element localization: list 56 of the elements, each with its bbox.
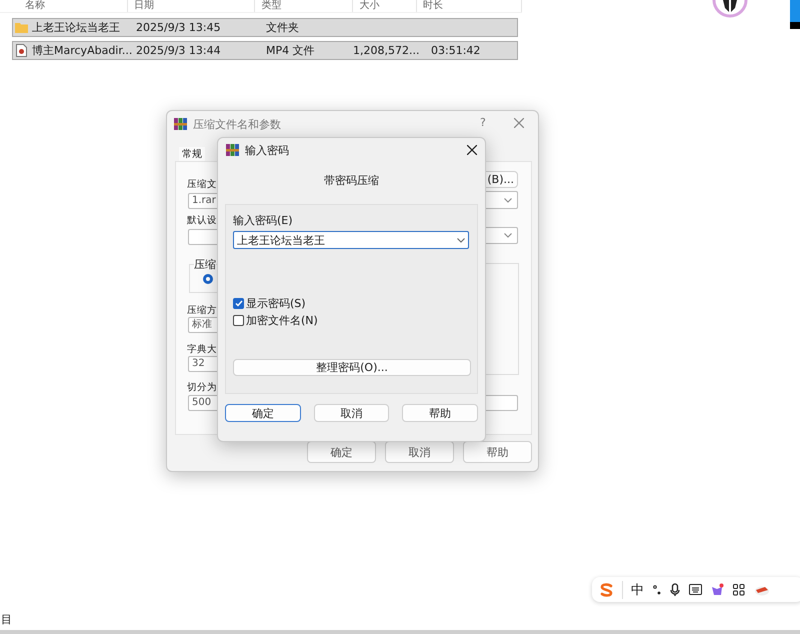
file-row[interactable]: 上老王论坛当老王 2025/9/3 13:45 文件夹 xyxy=(12,18,518,37)
caret-icon xyxy=(504,233,512,238)
file-name: 博主MarcyAbadir... xyxy=(32,43,134,58)
help-button[interactable]: ? xyxy=(480,116,486,129)
window-title: 输入密码 xyxy=(245,142,290,158)
field-label: 压缩方 xyxy=(187,304,217,317)
window-title: 压缩文件名和参数 xyxy=(193,117,281,132)
file-type: 文件夹 xyxy=(266,20,300,35)
close-icon[interactable] xyxy=(467,145,477,155)
file-type: MP4 文件 xyxy=(266,43,316,58)
status-text: 目 xyxy=(1,612,12,627)
password-field[interactable]: 上老王论坛当老王 xyxy=(233,231,469,249)
punctuation-icon[interactable] xyxy=(653,584,661,596)
dialog-button[interactable]: 取消 xyxy=(385,441,454,463)
file-duration: 03:51:42 xyxy=(431,44,480,57)
skin-icon[interactable] xyxy=(711,583,724,596)
field-label: 输入密码(E) xyxy=(233,213,294,228)
organize-button[interactable]: 整理密码(O)... xyxy=(233,359,471,376)
field-label: 压缩文 xyxy=(187,178,217,191)
checkbox-label[interactable]: 显示密码(S) xyxy=(246,296,306,311)
folder-icon xyxy=(15,22,28,33)
file-name: 上老王论坛当老王 xyxy=(32,20,121,35)
checkbox-label[interactable]: 加密文件名(N) xyxy=(246,313,318,328)
column-header[interactable]: 大小 xyxy=(353,0,418,12)
field-label: 切分为 xyxy=(187,381,217,394)
field-label: 字典大 xyxy=(187,343,217,356)
dialog-button[interactable]: 帮助 xyxy=(402,404,478,422)
microphone-icon[interactable] xyxy=(670,582,680,596)
dialog-button[interactable]: 取消 xyxy=(314,404,390,422)
dialog-button[interactable]: 帮助 xyxy=(463,441,532,463)
sogou-logo-icon[interactable] xyxy=(599,582,613,596)
dialog-button[interactable]: 确定 xyxy=(225,404,301,422)
grid-icon[interactable] xyxy=(733,584,745,596)
input-mode-button[interactable]: 中 xyxy=(622,580,644,598)
column-header[interactable]: 名称 xyxy=(0,0,128,12)
dialog-button[interactable]: 确定 xyxy=(307,441,376,463)
archive-app-icon xyxy=(226,144,239,156)
column-header[interactable]: 类型 xyxy=(255,0,354,12)
caret-icon xyxy=(504,198,512,202)
video-file-icon xyxy=(16,44,27,57)
checkbox[interactable] xyxy=(233,298,244,309)
app-tile-icon xyxy=(790,0,800,29)
column-header[interactable]: 日期 xyxy=(128,0,256,12)
file-row[interactable]: 博主MarcyAbadir... 2025/9/3 13:44 MP4 文件 1,208,572... 03:51:42 xyxy=(12,41,518,60)
dialog-heading: 带密码压缩 xyxy=(323,173,380,188)
archive-app-icon xyxy=(174,118,187,130)
file-size: 1,208,572... xyxy=(353,44,420,57)
keyboard-icon[interactable] xyxy=(689,584,702,595)
tab[interactable]: 常规 xyxy=(179,147,205,161)
group-label: 压缩 xyxy=(194,257,216,272)
file-date: 2025/9/3 13:45 xyxy=(136,21,222,34)
caret-icon xyxy=(457,238,465,242)
column-header[interactable]: 时长 xyxy=(417,0,522,12)
checkbox[interactable] xyxy=(233,315,244,326)
file-date: 2025/9/3 13:44 xyxy=(136,44,222,57)
field-label: 默认设 xyxy=(187,214,217,227)
